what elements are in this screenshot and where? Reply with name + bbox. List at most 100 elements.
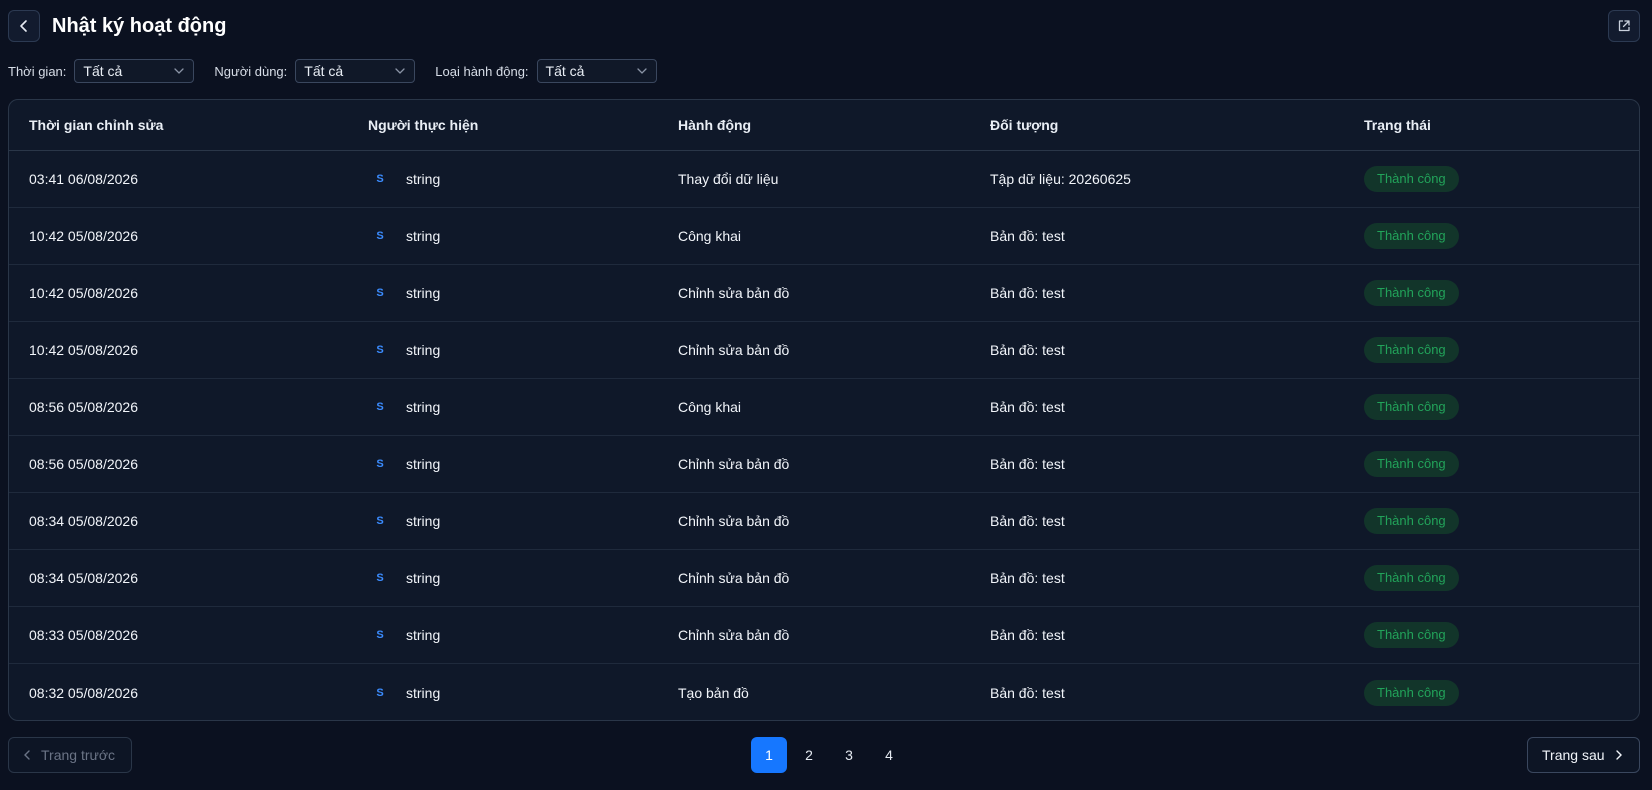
user-name: string bbox=[406, 570, 441, 586]
avatar: S bbox=[376, 287, 384, 299]
table-row[interactable]: 10:42 05/08/2026 Sstring Chỉnh sửa bản đồ B… bbox=[9, 322, 1639, 379]
cell-time: 08:56 05/08/2026 bbox=[29, 399, 138, 415]
filter-time-value: Tất cả bbox=[83, 63, 123, 79]
cell-action: Công khai bbox=[678, 399, 742, 415]
status-badge: Thành công bbox=[1364, 223, 1459, 249]
cell-user: Sstring bbox=[368, 167, 678, 191]
chevron-down-icon bbox=[173, 65, 185, 77]
cell-user: Sstring bbox=[368, 566, 678, 590]
chevron-right-icon bbox=[1615, 750, 1622, 760]
cell-user: Sstring bbox=[368, 623, 678, 647]
back-button[interactable] bbox=[8, 10, 40, 42]
avatar: S bbox=[376, 572, 384, 584]
status-badge: Thành công bbox=[1364, 565, 1459, 591]
table-row[interactable]: 08:34 05/08/2026 Sstring Chỉnh sửa bản đồ B… bbox=[9, 493, 1639, 550]
table-header: Thời gian chỉnh sửa Người thực hiện Hành… bbox=[9, 100, 1639, 151]
next-page-label: Trang sau bbox=[1542, 747, 1605, 763]
column-header-user: Người thực hiện bbox=[368, 117, 479, 133]
cell-status: Thành công bbox=[1364, 565, 1639, 591]
cell-object: Bản đồ: test bbox=[990, 228, 1065, 244]
filter-action-type-select[interactable]: Tất cả bbox=[536, 59, 657, 83]
page-header: Nhật ký hoạt động bbox=[8, 10, 1640, 42]
table-body: 03:41 06/08/2026 Sstring Thay đổi dữ liệu T… bbox=[9, 151, 1639, 720]
page-title: Nhật ký hoạt động bbox=[52, 14, 227, 37]
filter-time-select[interactable]: Tất cả bbox=[74, 59, 195, 83]
column-header-time: Thời gian chỉnh sửa bbox=[29, 117, 164, 133]
cell-status: Thành công bbox=[1364, 337, 1639, 363]
cell-user: Sstring bbox=[368, 681, 678, 705]
table-row[interactable]: 08:56 05/08/2026 Sstring Chỉnh sửa bản đồ B… bbox=[9, 436, 1639, 493]
cell-user: Sstring bbox=[368, 281, 678, 305]
external-link-icon bbox=[1618, 20, 1630, 32]
table-row[interactable]: 08:32 05/08/2026 Sstring Tạo bản đồ Bản đồ:… bbox=[9, 664, 1639, 720]
cell-object: Bản đồ: test bbox=[990, 513, 1065, 529]
page-button-1[interactable]: 1 bbox=[751, 737, 787, 773]
user-name: string bbox=[406, 285, 441, 301]
cell-status: Thành công bbox=[1364, 394, 1639, 420]
cell-action: Chỉnh sửa bản đồ bbox=[678, 456, 790, 472]
cell-user: Sstring bbox=[368, 338, 678, 362]
chevron-left-icon bbox=[24, 750, 30, 760]
cell-status: Thành công bbox=[1364, 622, 1639, 648]
table-row[interactable]: 03:41 06/08/2026 Sstring Thay đổi dữ liệu T… bbox=[9, 151, 1639, 208]
user-name: string bbox=[406, 684, 441, 701]
avatar: S bbox=[376, 686, 384, 699]
cell-action: Công khai bbox=[678, 228, 742, 244]
cell-time: 08:34 05/08/2026 bbox=[29, 513, 138, 529]
cell-user: Sstring bbox=[368, 509, 678, 533]
avatar: S bbox=[376, 230, 384, 242]
status-badge: Thành công bbox=[1364, 508, 1459, 534]
table-row[interactable]: 08:33 05/08/2026 Sstring Chỉnh sửa bản đồ B… bbox=[9, 607, 1639, 664]
user-name: string bbox=[406, 399, 441, 415]
export-button[interactable] bbox=[1608, 10, 1640, 42]
cell-status: Thành công bbox=[1364, 679, 1639, 706]
chevron-down-icon bbox=[394, 65, 406, 77]
cell-action: Chỉnh sửa bản đồ bbox=[678, 513, 790, 529]
avatar: S bbox=[376, 401, 384, 413]
table-row[interactable]: 10:42 05/08/2026 Sstring Chỉnh sửa bản đồ B… bbox=[9, 265, 1639, 322]
page-button-3[interactable]: 3 bbox=[831, 737, 867, 773]
user-name: string bbox=[406, 513, 441, 529]
filter-user-value: Tất cả bbox=[304, 63, 344, 79]
cell-object: Bản đồ: test bbox=[990, 627, 1065, 643]
cell-user: Sstring bbox=[368, 452, 678, 476]
column-header-action: Hành động bbox=[678, 117, 752, 133]
cell-action: Chỉnh sửa bản đồ bbox=[678, 285, 790, 301]
page-button-4[interactable]: 4 bbox=[871, 737, 907, 773]
user-name: string bbox=[406, 171, 441, 187]
user-name: string bbox=[406, 228, 441, 244]
filter-bar: Thời gian: Tất cả Người dùng: Tất cả Loạ… bbox=[8, 59, 677, 83]
user-name: string bbox=[406, 627, 441, 643]
cell-action: Chỉnh sửa bản đồ bbox=[678, 342, 790, 358]
cell-time: 08:56 05/08/2026 bbox=[29, 456, 138, 472]
cell-user: Sstring bbox=[368, 395, 678, 419]
avatar: S bbox=[376, 629, 384, 641]
filter-user-select[interactable]: Tất cả bbox=[295, 59, 416, 83]
cell-object: Tập dữ liệu: 20260625 bbox=[990, 171, 1131, 187]
cell-action: Thay đổi dữ liệu bbox=[678, 171, 779, 187]
user-name: string bbox=[406, 456, 441, 472]
status-badge: Thành công bbox=[1364, 622, 1459, 648]
cell-object: Bản đồ: test bbox=[990, 285, 1065, 301]
pagination: 1234 bbox=[751, 737, 911, 773]
status-badge: Thành công bbox=[1364, 451, 1459, 477]
chevron-left-icon bbox=[20, 20, 27, 32]
page-button-2[interactable]: 2 bbox=[791, 737, 827, 773]
table-row[interactable]: 08:56 05/08/2026 Sstring Công khai Bản đồ: … bbox=[9, 379, 1639, 436]
status-badge: Thành công bbox=[1364, 679, 1459, 706]
cell-status: Thành công bbox=[1364, 223, 1639, 249]
cell-user: Sstring bbox=[368, 224, 678, 248]
filter-user: Người dùng: Tất cả bbox=[214, 59, 416, 83]
status-badge: Thành công bbox=[1364, 337, 1459, 363]
user-name: string bbox=[406, 342, 441, 358]
prev-page-button[interactable]: Trang trước bbox=[8, 737, 132, 773]
cell-time: 08:33 05/08/2026 bbox=[29, 627, 138, 643]
chevron-down-icon bbox=[636, 65, 648, 77]
cell-object: Bản đồ: test bbox=[990, 399, 1065, 415]
status-badge: Thành công bbox=[1364, 166, 1459, 192]
table-row[interactable]: 10:42 05/08/2026 Sstring Công khai Bản đồ: … bbox=[9, 208, 1639, 265]
cell-action: Chỉnh sửa bản đồ bbox=[678, 570, 790, 586]
next-page-button[interactable]: Trang sau bbox=[1527, 737, 1640, 773]
cell-time: 08:32 05/08/2026 bbox=[29, 684, 138, 701]
table-row[interactable]: 08:34 05/08/2026 Sstring Chỉnh sửa bản đồ B… bbox=[9, 550, 1639, 607]
